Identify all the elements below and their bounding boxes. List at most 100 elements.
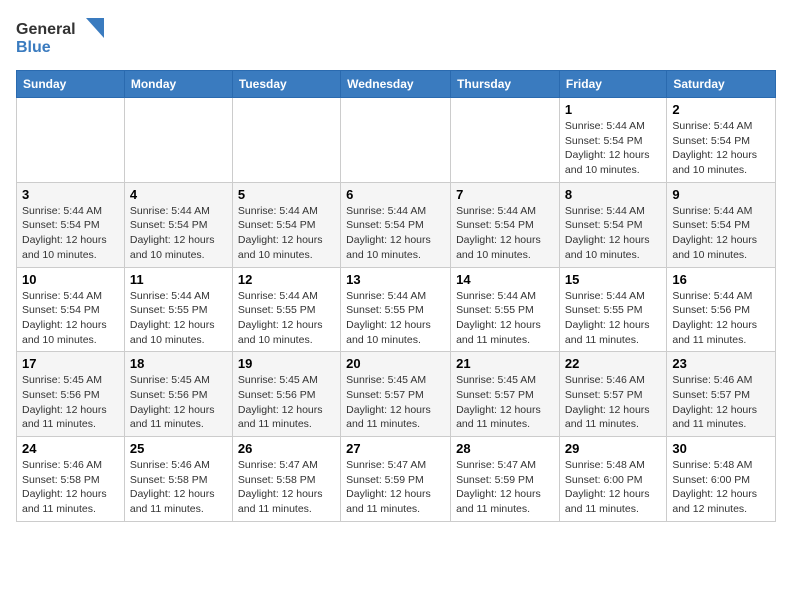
svg-text:Blue: Blue: [16, 39, 51, 56]
day-number: 5: [238, 187, 335, 202]
day-number: 19: [238, 356, 335, 371]
day-number: 24: [22, 441, 119, 456]
day-number: 10: [22, 272, 119, 287]
calendar-week-row: 10 Sunrise: 5:44 AM Sunset: 5:54 PM Dayli…: [17, 267, 776, 352]
day-info: Sunrise: 5:48 AM Sunset: 6:00 PM Dayligh…: [565, 458, 661, 517]
day-info: Sunrise: 5:44 AM Sunset: 5:55 PM Dayligh…: [130, 289, 227, 348]
day-info: Sunrise: 5:44 AM Sunset: 5:55 PM Dayligh…: [456, 289, 554, 348]
calendar-header-tuesday: Tuesday: [232, 71, 340, 98]
calendar-week-row: 1 Sunrise: 5:44 AM Sunset: 5:54 PM Daylig…: [17, 98, 776, 183]
calendar-cell: 10 Sunrise: 5:44 AM Sunset: 5:54 PM Dayli…: [17, 267, 125, 352]
day-info: Sunrise: 5:46 AM Sunset: 5:58 PM Dayligh…: [130, 458, 227, 517]
calendar-cell: 26Sunrise: 5:47 AM Sunset: 5:58 PM Dayli…: [232, 437, 340, 522]
calendar-header-friday: Friday: [559, 71, 666, 98]
day-number: 25: [130, 441, 227, 456]
day-info: Sunrise: 5:48 AM Sunset: 6:00 PM Dayligh…: [672, 458, 770, 517]
calendar-cell: 30 Sunrise: 5:48 AM Sunset: 6:00 PM Dayli…: [667, 437, 776, 522]
day-info: Sunrise: 5:46 AM Sunset: 5:58 PM Dayligh…: [22, 458, 119, 517]
calendar-cell: 16 Sunrise: 5:44 AM Sunset: 5:56 PM Dayli…: [667, 267, 776, 352]
day-number: 3: [22, 187, 119, 202]
calendar-cell: 6 Sunrise: 5:44 AM Sunset: 5:54 PM Daylig…: [341, 182, 451, 267]
day-number: 22: [565, 356, 661, 371]
day-number: 14: [456, 272, 554, 287]
calendar-cell: 8 Sunrise: 5:44 AM Sunset: 5:54 PM Daylig…: [559, 182, 666, 267]
day-number: 26: [238, 441, 335, 456]
day-info: Sunrise: 5:46 AM Sunset: 5:57 PM Dayligh…: [565, 373, 661, 432]
calendar-cell: 27 Sunrise: 5:47 AM Sunset: 5:59 PM Dayli…: [341, 437, 451, 522]
day-number: 28: [456, 441, 554, 456]
calendar-cell: 5 Sunrise: 5:44 AM Sunset: 5:54 PM Daylig…: [232, 182, 340, 267]
calendar-week-row: 17 Sunrise: 5:45 AM Sunset: 5:56 PM Dayli…: [17, 352, 776, 437]
calendar-cell: 24 Sunrise: 5:46 AM Sunset: 5:58 PM Dayli…: [17, 437, 125, 522]
day-number: 4: [130, 187, 227, 202]
day-number: 8: [565, 187, 661, 202]
day-info: Sunrise: 5:44 AM Sunset: 5:55 PM Dayligh…: [346, 289, 445, 348]
calendar-cell: [451, 98, 560, 183]
calendar-cell: 1 Sunrise: 5:44 AM Sunset: 5:54 PM Daylig…: [559, 98, 666, 183]
day-number: 9: [672, 187, 770, 202]
calendar-cell: [124, 98, 232, 183]
calendar-header-thursday: Thursday: [451, 71, 560, 98]
day-info: Sunrise: 5:44 AM Sunset: 5:54 PM Dayligh…: [565, 119, 661, 178]
calendar-cell: 22 Sunrise: 5:46 AM Sunset: 5:57 PM Dayli…: [559, 352, 666, 437]
calendar-cell: 3 Sunrise: 5:44 AM Sunset: 5:54 PM Daylig…: [17, 182, 125, 267]
calendar-cell: 11 Sunrise: 5:44 AM Sunset: 5:55 PM Dayli…: [124, 267, 232, 352]
day-number: 6: [346, 187, 445, 202]
day-info: Sunrise: 5:44 AM Sunset: 5:54 PM Dayligh…: [672, 204, 770, 263]
calendar-cell: 20Sunrise: 5:45 AM Sunset: 5:57 PM Dayli…: [341, 352, 451, 437]
calendar-cell: [17, 98, 125, 183]
day-number: 17: [22, 356, 119, 371]
calendar-cell: 23 Sunrise: 5:46 AM Sunset: 5:57 PM Dayli…: [667, 352, 776, 437]
calendar-cell: 2 Sunrise: 5:44 AM Sunset: 5:54 PM Daylig…: [667, 98, 776, 183]
day-info: Sunrise: 5:44 AM Sunset: 5:54 PM Dayligh…: [22, 204, 119, 263]
calendar-cell: 13 Sunrise: 5:44 AM Sunset: 5:55 PM Dayli…: [341, 267, 451, 352]
day-info: Sunrise: 5:45 AM Sunset: 5:56 PM Dayligh…: [238, 373, 335, 432]
calendar-cell: 17Sunrise: 5:45 AM Sunset: 5:56 PM Dayli…: [17, 352, 125, 437]
day-info: Sunrise: 5:44 AM Sunset: 5:55 PM Dayligh…: [565, 289, 661, 348]
day-info: Sunrise: 5:44 AM Sunset: 5:54 PM Dayligh…: [346, 204, 445, 263]
calendar-cell: 29 Sunrise: 5:48 AM Sunset: 6:00 PM Dayli…: [559, 437, 666, 522]
page-header: GeneralBlue: [16, 16, 776, 58]
calendar-table: SundayMondayTuesdayWednesdayThursdayFrid…: [16, 70, 776, 522]
calendar-cell: 21 Sunrise: 5:45 AM Sunset: 5:57 PM Dayli…: [451, 352, 560, 437]
logo-svg: GeneralBlue: [16, 16, 106, 58]
calendar-header-row: SundayMondayTuesdayWednesdayThursdayFrid…: [17, 71, 776, 98]
day-info: Sunrise: 5:44 AM Sunset: 5:54 PM Dayligh…: [238, 204, 335, 263]
day-info: Sunrise: 5:46 AM Sunset: 5:57 PM Dayligh…: [672, 373, 770, 432]
calendar-cell: [341, 98, 451, 183]
day-number: 30: [672, 441, 770, 456]
day-number: 15: [565, 272, 661, 287]
day-info: Sunrise: 5:47 AM Sunset: 5:59 PM Dayligh…: [346, 458, 445, 517]
day-number: 20: [346, 356, 445, 371]
day-number: 2: [672, 102, 770, 117]
day-number: 21: [456, 356, 554, 371]
day-number: 18: [130, 356, 227, 371]
day-number: 11: [130, 272, 227, 287]
day-number: 1: [565, 102, 661, 117]
calendar-header-monday: Monday: [124, 71, 232, 98]
day-info: Sunrise: 5:44 AM Sunset: 5:54 PM Dayligh…: [22, 289, 119, 348]
calendar-week-row: 3 Sunrise: 5:44 AM Sunset: 5:54 PM Daylig…: [17, 182, 776, 267]
day-info: Sunrise: 5:44 AM Sunset: 5:54 PM Dayligh…: [456, 204, 554, 263]
day-info: Sunrise: 5:45 AM Sunset: 5:57 PM Dayligh…: [456, 373, 554, 432]
day-info: Sunrise: 5:44 AM Sunset: 5:54 PM Dayligh…: [565, 204, 661, 263]
logo: GeneralBlue: [16, 16, 106, 58]
day-number: 13: [346, 272, 445, 287]
calendar-cell: 25 Sunrise: 5:46 AM Sunset: 5:58 PM Dayli…: [124, 437, 232, 522]
calendar-header-saturday: Saturday: [667, 71, 776, 98]
day-number: 27: [346, 441, 445, 456]
calendar-cell: 19 Sunrise: 5:45 AM Sunset: 5:56 PM Dayli…: [232, 352, 340, 437]
day-info: Sunrise: 5:44 AM Sunset: 5:55 PM Dayligh…: [238, 289, 335, 348]
day-number: 16: [672, 272, 770, 287]
calendar-cell: 9 Sunrise: 5:44 AM Sunset: 5:54 PM Daylig…: [667, 182, 776, 267]
day-info: Sunrise: 5:44 AM Sunset: 5:54 PM Dayligh…: [672, 119, 770, 178]
calendar-cell: 7Sunrise: 5:44 AM Sunset: 5:54 PM Daylig…: [451, 182, 560, 267]
calendar-cell: 4Sunrise: 5:44 AM Sunset: 5:54 PM Daylig…: [124, 182, 232, 267]
calendar-cell: [232, 98, 340, 183]
calendar-cell: 15 Sunrise: 5:44 AM Sunset: 5:55 PM Dayli…: [559, 267, 666, 352]
day-info: Sunrise: 5:44 AM Sunset: 5:56 PM Dayligh…: [672, 289, 770, 348]
day-number: 29: [565, 441, 661, 456]
day-number: 23: [672, 356, 770, 371]
calendar-cell: 12Sunrise: 5:44 AM Sunset: 5:55 PM Dayli…: [232, 267, 340, 352]
calendar-header-wednesday: Wednesday: [341, 71, 451, 98]
